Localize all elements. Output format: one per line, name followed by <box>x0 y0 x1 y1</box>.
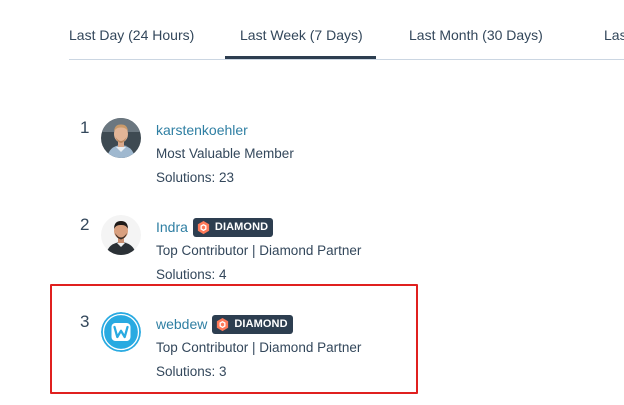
username-link[interactable]: karstenkoehler <box>156 122 248 138</box>
member-role: Most Valuable Member <box>156 146 294 161</box>
time-range-tabs: Last Day (24 Hours) Last Week (7 Days) L… <box>69 0 624 60</box>
avatar[interactable] <box>101 215 141 255</box>
username-link[interactable]: Indra <box>156 219 188 235</box>
tab-last-month[interactable]: Last Month (30 Days) <box>409 27 543 43</box>
solutions-count: Solutions: 23 <box>156 170 235 185</box>
rank-number: 2 <box>80 215 90 234</box>
highlight-box <box>50 284 418 394</box>
tab-last-day[interactable]: Last Day (24 Hours) <box>69 27 194 43</box>
member-role: Top Contributor | Diamond Partner <box>156 243 362 258</box>
avatar[interactable] <box>101 118 141 158</box>
diamond-partner-icon <box>197 220 210 234</box>
solutions-count: Solutions: 4 <box>156 267 227 282</box>
rank-number: 1 <box>80 118 90 137</box>
active-tab-indicator <box>225 56 376 59</box>
badge-label: DIAMOND <box>214 221 269 233</box>
tab-last-week[interactable]: Last Week (7 Days) <box>240 27 363 43</box>
diamond-badge: DIAMOND <box>192 217 274 237</box>
tab-last-year[interactable]: Las <box>604 27 624 43</box>
